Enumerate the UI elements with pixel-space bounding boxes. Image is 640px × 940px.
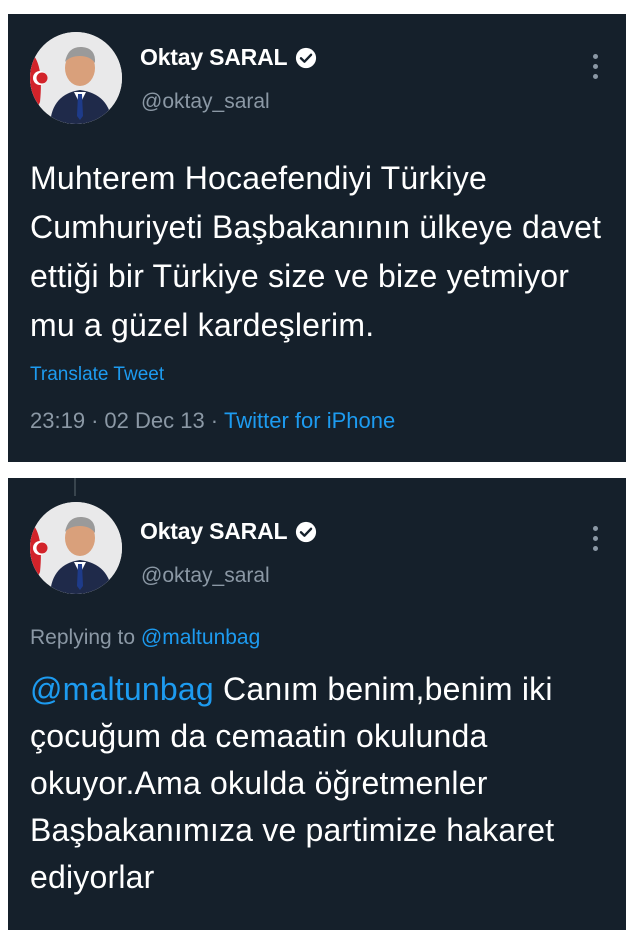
author-row: Oktay SARAL (140, 518, 317, 545)
translate-tweet-link[interactable]: Translate Tweet (30, 364, 164, 386)
author-name[interactable]: Oktay SARAL (140, 44, 288, 71)
replying-to: Replying to @maltunbag (30, 626, 260, 650)
author-name[interactable]: Oktay SARAL (140, 518, 288, 545)
tweet-source-link[interactable]: Twitter for iPhone (224, 408, 395, 433)
verified-badge-icon (296, 47, 317, 68)
more-options-icon[interactable] (592, 54, 598, 79)
tweet-text: @maltunbag Canım benim,benim iki çocuğum… (30, 666, 615, 901)
meta-separator: · (210, 408, 219, 433)
thread-connector-line (74, 478, 76, 496)
more-options-icon[interactable] (592, 526, 598, 551)
mention-link[interactable]: @maltunbag (30, 671, 214, 707)
reply-tweet-card: Oktay SARAL @oktay_saral Replying to @ma… (8, 478, 626, 930)
author-handle[interactable]: @oktay_saral (141, 564, 270, 588)
tweet-meta: 23:19 · 02 Dec 13 · Twitter for iPhone (30, 408, 395, 434)
author-row: Oktay SARAL (140, 44, 317, 71)
tweet-card: Oktay SARAL @oktay_saral Muhterem Hocaef… (8, 14, 626, 462)
tweet-time[interactable]: 23:19 (30, 408, 85, 433)
meta-separator: · (91, 408, 99, 433)
avatar[interactable] (30, 32, 122, 124)
author-handle[interactable]: @oktay_saral (141, 90, 270, 114)
replying-to-label: Replying to (30, 626, 136, 649)
tweet-text: Muhterem Hocaefendiyi Türkiye Cumhuriyet… (30, 160, 602, 343)
avatar-image (30, 32, 122, 124)
avatar-image (30, 502, 122, 594)
tweet-date[interactable]: 02 Dec 13 (104, 408, 204, 433)
avatar[interactable] (30, 502, 122, 594)
replying-to-mention-link[interactable]: @maltunbag (141, 626, 260, 649)
verified-badge-icon (296, 521, 317, 542)
